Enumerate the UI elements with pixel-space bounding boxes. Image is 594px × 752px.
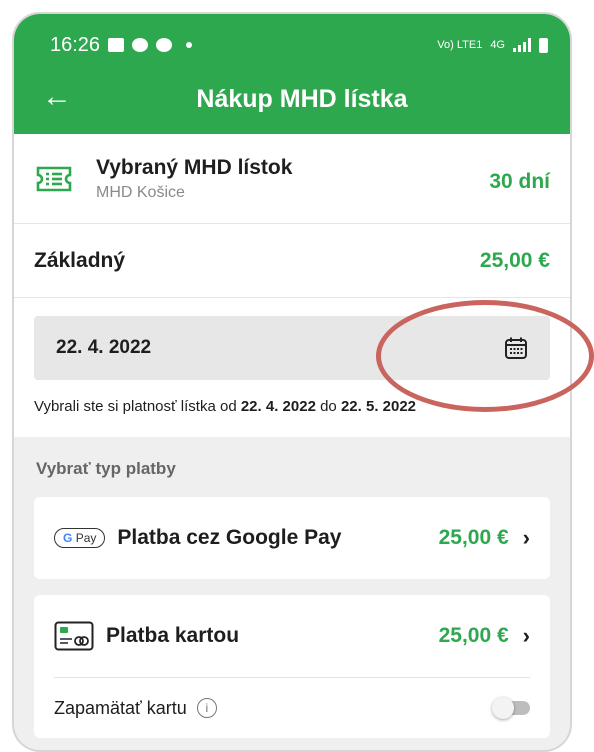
notification-dot-icon [186, 42, 193, 48]
validity-from: 22. 4. 2022 [240, 398, 316, 415]
ticket-icon [36, 166, 72, 191]
phone-frame: 16:26 Vo) LTE1 4G ← Nákup MHD lístka Vyb… [12, 12, 572, 752]
facebook-icon [156, 38, 173, 52]
google-pay-label: Platba cez Google Pay [117, 526, 342, 549]
status-bar: 16:26 Vo) LTE1 4G [14, 14, 570, 64]
validity-to: 22. 5. 2022 [340, 398, 417, 415]
validity-middle: do [315, 398, 341, 415]
page-title: Nákup MHD lístka [196, 84, 408, 113]
chevron-right-icon: › [522, 525, 530, 550]
card-pay-label: Platba kartou [106, 624, 240, 647]
back-arrow-icon[interactable]: ← [42, 82, 72, 112]
status-time: 16:26 [50, 33, 101, 56]
ticket-subtitle: MHD Košice [96, 183, 185, 201]
calendar-icon[interactable] [504, 336, 528, 360]
signal-icon [513, 38, 531, 52]
payment-section-label: Vybrať typ platby [36, 459, 176, 478]
selected-ticket: Vybraný MHD lístok MHD Košice 30 dní [14, 134, 570, 224]
ticket-duration: 30 dní [489, 170, 550, 193]
remember-card-row: Zapamätať kartu i [34, 678, 550, 738]
credit-card-icon [54, 621, 94, 651]
date-picker-field[interactable]: 22. 4. 2022 [34, 316, 550, 380]
plan-price: 25,00 € [479, 248, 550, 272]
app-bar: ← Nákup MHD lístka [14, 64, 570, 134]
battery-icon [539, 37, 548, 53]
network-label: Vo) LTE1 [437, 39, 483, 51]
info-icon[interactable]: i [196, 698, 217, 718]
validity-prefix: Vybrali ste si platnosť lístka od [34, 398, 241, 415]
ticket-text: Vybraný MHD lístok MHD Košice [96, 156, 292, 202]
status-left: 16:26 [50, 33, 193, 57]
plan-name: Základný [34, 248, 126, 272]
google-pay-amount: 25,00 € [438, 526, 509, 549]
remember-card-label: Zapamätať kartu [54, 697, 187, 718]
date-value: 22. 4. 2022 [56, 337, 152, 358]
ticket-card: Vybraný MHD lístok MHD Košice 30 dní Zák… [14, 134, 570, 437]
card-pay-amount: 25,00 € [438, 624, 509, 647]
chevron-right-icon: › [522, 623, 530, 648]
gallery-icon [108, 38, 125, 52]
google-pay-badge-icon: G Pay [54, 528, 106, 548]
card-pay-option[interactable]: Platba kartou 25,00 € › [34, 595, 550, 677]
network-type: 4G [490, 39, 505, 51]
weather-icon [132, 38, 149, 52]
validity-text: Vybrali ste si platnosť lístka od 22. 4.… [14, 380, 570, 437]
google-pay-option[interactable]: G Pay Platba cez Google Pay 25,00 € › [34, 497, 550, 579]
card-payment-panel: Platba kartou 25,00 € › Zapamätať kartu … [34, 595, 550, 738]
plan-row: Základný 25,00 € [14, 224, 570, 298]
remember-card-toggle[interactable] [492, 697, 530, 719]
status-right: Vo) LTE1 4G [437, 37, 548, 53]
ticket-title: Vybraný MHD lístok [96, 155, 293, 179]
